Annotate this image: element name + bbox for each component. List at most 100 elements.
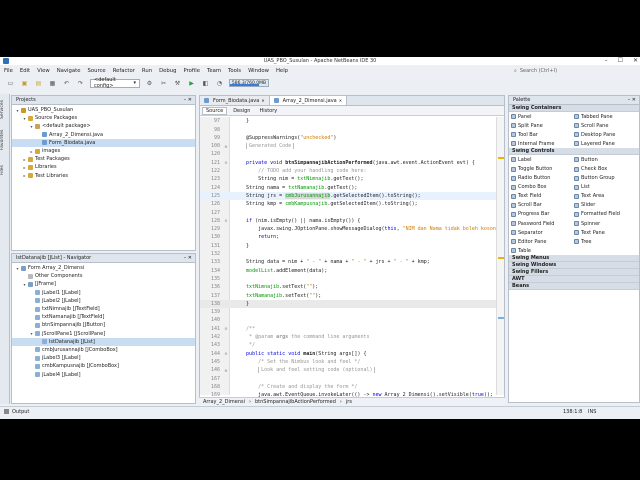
expand-toggle-icon[interactable]: ▾ [15,108,20,113]
expand-toggle-icon[interactable]: ▾ [29,124,34,129]
code-line[interactable]: 126 String kmp = cmbKampusnajib.getSelec… [200,200,496,209]
palette-item[interactable]: Progress Bar [511,210,574,219]
breadcrumb-item[interactable]: jrs [346,399,352,405]
debug-icon[interactable]: ◧ [201,79,210,88]
mode-design[interactable]: Design [230,108,253,114]
code-line[interactable]: 123 String nim = txtNimnajib.getText(); [200,175,496,184]
projects-node[interactable]: Array_2_Dimensi.java [12,131,195,139]
palette-item[interactable]: Button Group [574,174,637,183]
palette-item[interactable]: Combo Box [511,183,574,192]
palette-group-header[interactable]: Beans [509,283,639,291]
navigator-node[interactable]: btnSimpannajib [JButton] [12,321,195,329]
palette-tab[interactable]: Palette – ✕ [509,96,639,105]
fold-toggle-icon[interactable]: ⊟ [222,351,230,356]
code-line[interactable]: 97 } [200,117,496,126]
code-line[interactable]: 167 [200,374,496,383]
code-line[interactable]: 134 modelList.addElement(data); [200,266,496,275]
palette-item[interactable]: Label [511,155,574,164]
panel-controls-icon[interactable]: – ✕ [184,255,192,261]
side-tab-services[interactable]: Services [0,96,5,124]
navigator-node[interactable]: cmbKampusnajib [JComboBox] [12,362,195,370]
menu-item-navigate[interactable]: Navigate [57,68,81,74]
projects-node[interactable]: ▸ Test Packages [12,155,195,163]
palette-item[interactable]: Button [574,155,637,164]
navigator-node[interactable]: jLabel3 [JLabel] [12,354,195,362]
navigator-node[interactable]: ▾ Form Array_2_Dimensi [12,264,195,272]
clean-build-icon[interactable]: ✂ [159,79,168,88]
undo-icon[interactable]: ↶ [62,79,71,88]
palette-item[interactable]: Text Pane [574,228,637,237]
maximize-button[interactable]: ☐ [618,57,623,64]
code-line[interactable]: 168 /* Create and display the form */ [200,383,496,392]
code-line[interactable]: 133 String data = nim + " - " + nama + "… [200,258,496,267]
palette-item[interactable]: Tabbed Pane [574,112,637,121]
tab-close-icon[interactable]: ✕ [261,98,264,103]
code-line[interactable]: 100 ⊞ Generated Code [200,142,496,151]
new-file-icon[interactable]: ▭ [6,79,15,88]
projects-node[interactable]: ▸ images [12,147,195,155]
menu-item-team[interactable]: Team [207,68,221,74]
menu-item-file[interactable]: File [4,68,13,74]
fold-toggle-icon[interactable]: ⊞ [222,368,230,373]
menu-item-profile[interactable]: Profile [184,68,200,74]
warning-mark[interactable] [498,257,504,259]
projects-node[interactable]: Form_Biodata.java [12,138,195,147]
menu-item-view[interactable]: View [37,68,50,74]
gear-icon[interactable]: ⚙ [145,79,154,88]
expand-toggle-icon[interactable]: ▾ [15,266,20,271]
menu-item-window[interactable]: Window [248,68,269,74]
expand-toggle-icon[interactable]: ▾ [29,331,34,336]
palette-item[interactable]: Scroll Bar [511,201,574,210]
menu-item-tools[interactable]: Tools [228,68,241,74]
code-line[interactable]: 137 txtNamanajib.setText(""); [200,291,496,300]
mode-source[interactable]: Source [202,106,228,115]
palette-group-header[interactable]: Swing Containers [509,105,639,112]
palette-item[interactable]: Layered Pane [574,139,637,148]
code-line[interactable]: 143 */ [200,341,496,350]
open-project-icon[interactable]: ▤ [34,79,43,88]
occurrence-mark[interactable] [498,317,504,319]
palette-item[interactable]: Radio Button [511,174,574,183]
palette-item[interactable]: Panel [511,112,574,121]
fold-toggle-icon[interactable]: ⊟ [222,326,230,331]
warning-mark[interactable] [498,157,504,159]
palette-item[interactable]: Scroll Pane [574,121,637,130]
code-line[interactable]: 138 } [200,299,496,309]
menu-item-source[interactable]: Source [87,68,105,74]
editor-tab[interactable]: Form_Biodata.java ✕ [200,96,270,105]
menu-item-help[interactable]: Help [276,68,288,74]
code-line[interactable]: 139 [200,308,496,317]
code-line[interactable]: 99 @SuppressWarnings("unchecked") [200,134,496,143]
panel-controls-icon[interactable]: – ✕ [628,97,636,103]
projects-node[interactable]: ▸ Libraries [12,163,195,171]
output-icon[interactable] [4,409,9,414]
projects-node[interactable]: ▸ Test Libraries [12,172,195,180]
projects-node[interactable]: ▾ Source Packages [12,114,195,122]
code-line[interactable]: 130 return; [200,233,496,242]
navigator-node[interactable]: lstDatanajib [JList] [12,337,195,346]
code-line[interactable]: 144 ⊟ public static void main(String args… [200,349,496,358]
palette-item[interactable]: Check Box [574,164,637,173]
palette-group-header[interactable]: Swing Controls [509,148,639,156]
navigator-node[interactable]: jLabel1 [JLabel] [12,289,195,297]
menu-item-run[interactable]: Run [142,68,152,74]
code-line[interactable]: 121 ⊟ private void btnSimpannajibActionPe… [200,159,496,168]
projects-node[interactable]: ▾ UAS_PBO_Susulan [12,106,195,114]
code-line[interactable]: 142 * @param args the command line argum… [200,333,496,342]
code-line[interactable]: 125 String jrs = cmbJurusannajib.getSele… [200,191,496,201]
editor-scrollbar[interactable] [496,117,504,395]
palette-item[interactable]: Slider [574,201,637,210]
code-line[interactable]: 135 [200,275,496,284]
run-icon[interactable]: ▶ [187,79,196,88]
navigator-node[interactable]: ▾ [JFrame] [12,280,195,288]
palette-group-header[interactable]: AWT [509,276,639,284]
menu-item-refactor[interactable]: Refactor [113,68,135,74]
palette-group-header[interactable]: Swing Menus [509,255,639,263]
expand-toggle-icon[interactable]: ▾ [22,116,27,121]
close-button[interactable]: ✕ [633,57,638,64]
code-line[interactable]: 132 [200,250,496,259]
palette-group-header[interactable]: Swing Windows [509,262,639,270]
palette-item[interactable]: Internal Frame [511,139,574,148]
fold-toggle-icon[interactable]: ⊞ [222,144,230,149]
breadcrumb-item[interactable]: Array_2_Dimensi [203,399,245,405]
